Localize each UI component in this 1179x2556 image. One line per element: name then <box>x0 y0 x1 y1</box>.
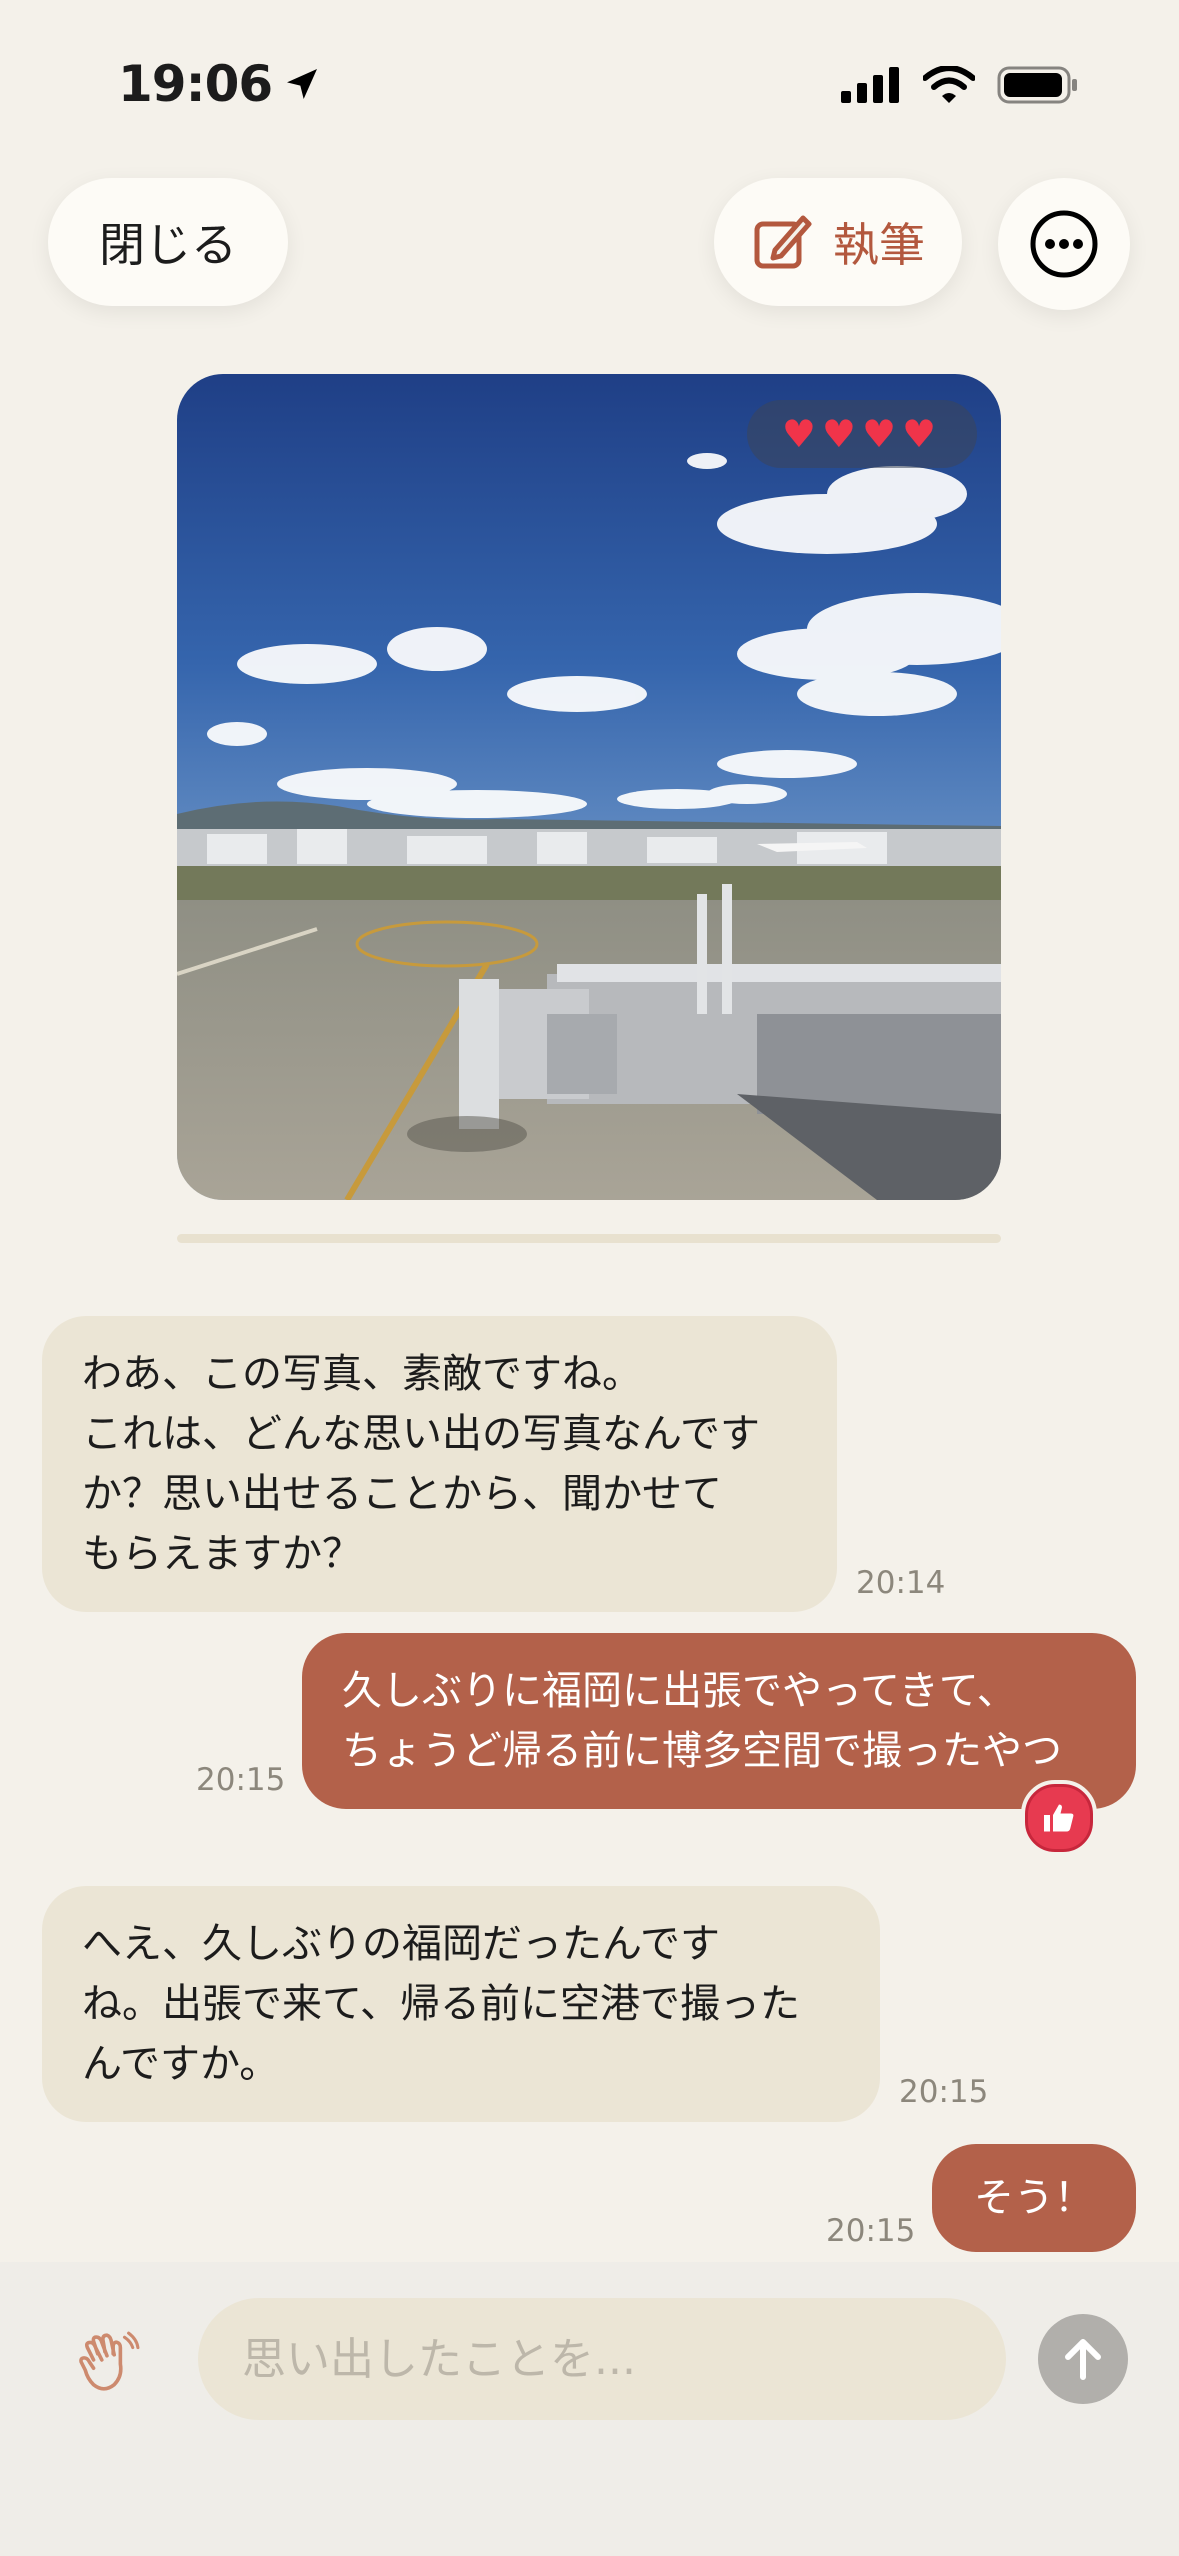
message-timestamp: 20:15 <box>899 2074 989 2110</box>
thumbs-up-reaction[interactable] <box>1021 1780 1097 1856</box>
message-line: へえ、久しぶりの福岡だったんです <box>82 1921 720 1967</box>
message-line: これは、どんな思い出の写真なんです <box>82 1411 760 1457</box>
cellular-signal-icon <box>841 67 899 103</box>
message-line: もらえますか？ <box>82 1531 362 1577</box>
close-button-label: 閉じる <box>99 218 237 272</box>
status-indicators <box>841 66 1079 104</box>
user-message-bubble: 久しぶりに福岡に出張でやってきて、 ちょうど帰る前に博多空間で撮ったやつ <box>302 1633 1136 1809</box>
message-line: 久しぶりに福岡に出張でやってきて、 <box>342 1668 1017 1714</box>
more-options-button[interactable] <box>998 178 1130 310</box>
waving-hand-icon <box>79 2331 140 2391</box>
status-time-text: 19:06 <box>118 55 273 113</box>
message-input[interactable] <box>198 2298 1006 2420</box>
compose-icon <box>754 215 812 269</box>
ai-message-bubble: へえ、久しぶりの福岡だったんです ね。出張で来て、帰る前に空港で撮った んですか… <box>42 1886 880 2122</box>
arrow-up-icon <box>1065 2339 1101 2380</box>
battery-icon <box>997 66 1077 104</box>
wifi-icon <box>923 66 975 103</box>
memory-photo[interactable]: ♥♥♥♥ <box>177 374 1001 1200</box>
photo-divider <box>177 1234 1001 1243</box>
airport-photo <box>177 374 1001 1200</box>
message-line: か？思い出せることから、聞かせて <box>82 1471 722 1517</box>
message-line: んですか。 <box>82 2041 280 2087</box>
send-button[interactable] <box>1038 2314 1128 2404</box>
message-line: わあ、この写真、素敵ですね。 <box>82 1351 642 1397</box>
write-button-label: 執筆 <box>833 218 925 272</box>
heart-icons: ♥♥♥♥ <box>781 412 943 456</box>
message-timestamp: 20:15 <box>196 1762 286 1798</box>
message-line: そう！ <box>974 2175 1094 2221</box>
thumbs-up-icon <box>1044 1804 1074 1832</box>
close-button[interactable]: 閉じる <box>48 178 288 306</box>
ai-message-bubble: わあ、この写真、素敵ですね。 これは、どんな思い出の写真なんです か？思い出せる… <box>42 1316 837 1612</box>
message-line: ね。出張で来て、帰る前に空港で撮った <box>82 1981 800 2027</box>
location-arrow-icon <box>287 69 318 99</box>
message-timestamp: 20:14 <box>856 1565 946 1601</box>
message-line: ちょうど帰る前に博多空間で撮ったやつ <box>342 1728 1062 1774</box>
message-timestamp: 20:15 <box>826 2213 916 2249</box>
user-message-bubble: そう！ <box>932 2144 1136 2252</box>
heart-rating[interactable]: ♥♥♥♥ <box>747 400 977 468</box>
wave-hand-button[interactable] <box>68 2322 148 2402</box>
write-button[interactable]: 執筆 <box>714 178 962 306</box>
ellipsis-circle-icon <box>1030 210 1098 278</box>
status-time: 19:06 <box>118 55 322 113</box>
